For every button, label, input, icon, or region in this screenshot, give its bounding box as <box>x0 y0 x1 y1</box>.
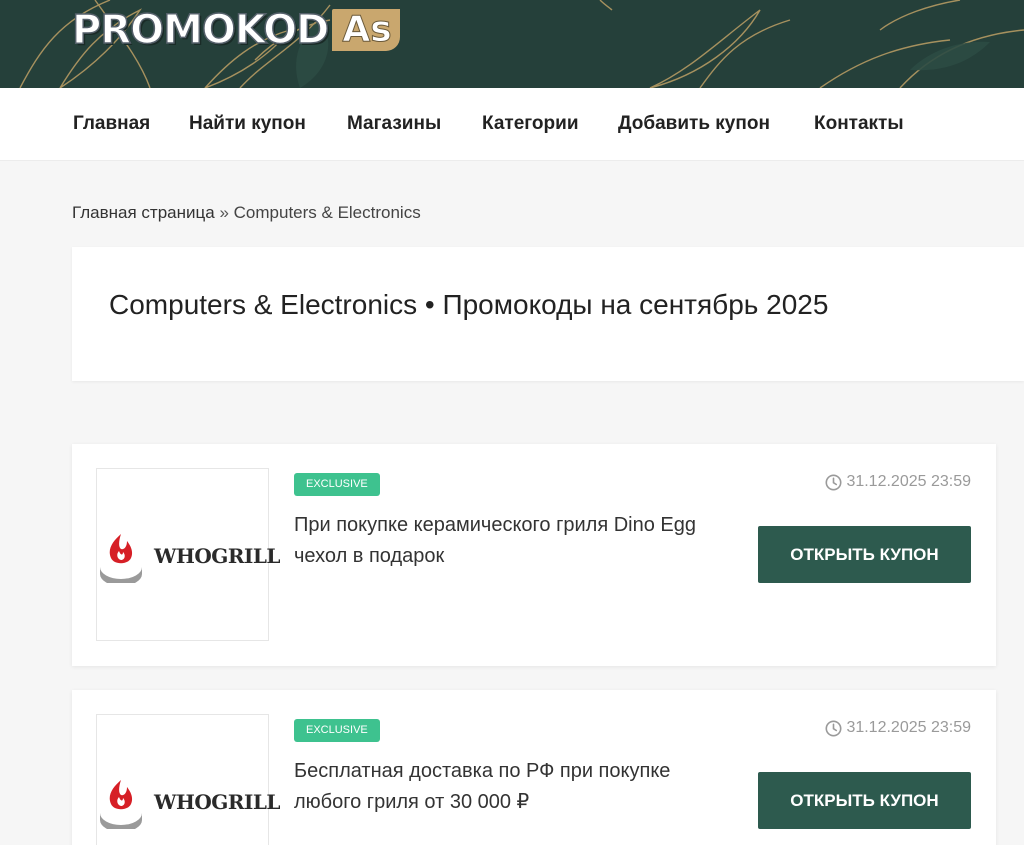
expiry-date: 31.12.2025 23:59 <box>846 473 971 490</box>
coupon-card: WHOGRILL EXCLUSIVE При покупке керамичес… <box>72 444 996 666</box>
store-logo[interactable]: WHOGRILL <box>96 468 280 641</box>
coupon-expiry: 31.12.2025 23:59 <box>825 472 971 492</box>
open-coupon-button[interactable]: ОТКРЫТЬ КУПОН <box>758 772 971 829</box>
nav-item-stores[interactable]: Магазины <box>347 112 441 136</box>
page-title: Computers & Electronics • Промокоды на с… <box>109 289 829 320</box>
site-logo[interactable]: PROMOKOD As <box>71 6 400 54</box>
nav-item-find-coupon[interactable]: Найти купон <box>189 112 306 136</box>
coupon-description[interactable]: Бесплатная доставка по РФ при покупке лю… <box>294 756 714 818</box>
logo-badge: As <box>332 9 400 51</box>
breadcrumb-separator: » <box>219 203 229 222</box>
exclusive-badge: EXCLUSIVE <box>294 719 380 742</box>
exclusive-badge: EXCLUSIVE <box>294 473 380 496</box>
nav-item-contacts[interactable]: Контакты <box>814 112 904 136</box>
expiry-date: 31.12.2025 23:59 <box>846 719 971 736</box>
whogrill-logo: WHOGRILL <box>97 777 280 829</box>
coupon-expiry: 31.12.2025 23:59 <box>825 718 971 738</box>
flame-icon <box>100 534 142 583</box>
breadcrumb-current: Computers & Electronics <box>233 203 421 222</box>
store-logo-text: WHOGRILL <box>154 790 280 814</box>
flame-icon <box>100 780 142 829</box>
clock-icon <box>825 720 842 736</box>
store-logo-text: WHOGRILL <box>154 544 280 568</box>
logo-text: PROMOKOD <box>71 6 330 54</box>
nav-item-add-coupon[interactable]: Добавить купон <box>618 112 770 136</box>
breadcrumb-home-link[interactable]: Главная страница <box>72 203 215 222</box>
nav-item-home[interactable]: Главная <box>73 112 150 136</box>
nav-item-categories[interactable]: Категории <box>482 112 579 136</box>
coupon-card: WHOGRILL EXCLUSIVE Бесплатная доставка п… <box>72 690 996 845</box>
breadcrumb: Главная страница » Computers & Electroni… <box>72 202 421 224</box>
coupon-description[interactable]: При покупке керамического гриля Dino Egg… <box>294 510 714 572</box>
site-header: PROMOKOD As <box>0 0 1024 88</box>
store-logo[interactable]: WHOGRILL <box>96 714 280 845</box>
title-panel: Computers & Electronics • Промокоды на с… <box>72 247 1024 381</box>
main-nav: Главная Найти купон Магазины Категории Д… <box>0 88 1024 161</box>
clock-icon <box>825 474 842 490</box>
whogrill-logo: WHOGRILL <box>97 531 280 583</box>
open-coupon-button[interactable]: ОТКРЫТЬ КУПОН <box>758 526 971 583</box>
